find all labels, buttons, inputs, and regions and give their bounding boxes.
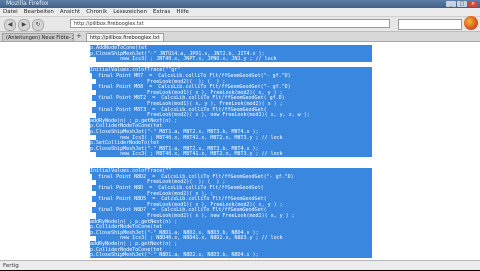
tab-strip: (Anleitungen) Neue Flöte- Zeilige Lyn...… (0, 32, 480, 42)
maximize-button[interactable]: □ (457, 1, 467, 7)
close-button[interactable]: × (468, 1, 478, 7)
title-bar[interactable]: Mozilla Firefox _ □ × (0, 0, 480, 8)
navigation-toolbar: ◀ ▶ ↻ http://pillbox.firebooglex.txt (0, 17, 480, 32)
status-bar: Fertig (0, 260, 480, 270)
tab-active[interactable]: http://pillbox.firebooglex.txt (86, 33, 164, 41)
menu-item-file[interactable]: Datei (0, 8, 21, 16)
minimize-button[interactable]: _ (446, 1, 456, 7)
forward-icon[interactable]: ▶ (18, 19, 30, 31)
menu-item-edit[interactable]: Bearbeiten (21, 8, 57, 16)
code-line: new Ics3( ; JNT40.x, JNPT.x, JPNO.x, JN1… (96, 56, 372, 63)
screen-frame: Mozilla Firefox _ □ × Datei Bearbeiten A… (0, 0, 480, 270)
new-tab-button[interactable]: + (76, 33, 84, 41)
menu-item-view[interactable]: Ansicht (57, 8, 83, 16)
firefox-logo-icon (464, 16, 478, 30)
menu-item-history[interactable]: Chronik (83, 8, 110, 16)
menu-item-tools[interactable]: Extras (150, 8, 173, 16)
address-bar[interactable]: http://pillbox.firebooglex.txt (70, 19, 390, 28)
browser-window: Mozilla Firefox _ □ × Datei Bearbeiten A… (0, 0, 480, 270)
code-line: p.CloseShipMeshJet("-" N8D1.a, N8D2.s, N… (90, 252, 372, 259)
search-input[interactable] (398, 19, 462, 30)
menu-bar: Datei Bearbeiten Ansicht Chronik Lesezei… (0, 8, 480, 17)
page-content: p.AddNodeToCone(tet p.CloseShipMeshJet("-… (0, 42, 480, 260)
menu-item-help[interactable]: Hilfe (173, 8, 192, 16)
window-controls: _ □ × (446, 1, 478, 7)
code-line: new Ics3( ; M8T40.x, M8T41.x, M8T2.x, M8… (96, 151, 372, 158)
menu-item-bookmarks[interactable]: Lesezeichen (110, 8, 150, 16)
reload-icon[interactable]: ↻ (32, 19, 44, 31)
window-title: Mozilla Firefox (6, 0, 49, 7)
tab-inactive[interactable]: (Anleitungen) Neue Flöte- Zeilige Lyn... (2, 33, 74, 41)
back-icon[interactable]: ◀ (4, 19, 16, 31)
